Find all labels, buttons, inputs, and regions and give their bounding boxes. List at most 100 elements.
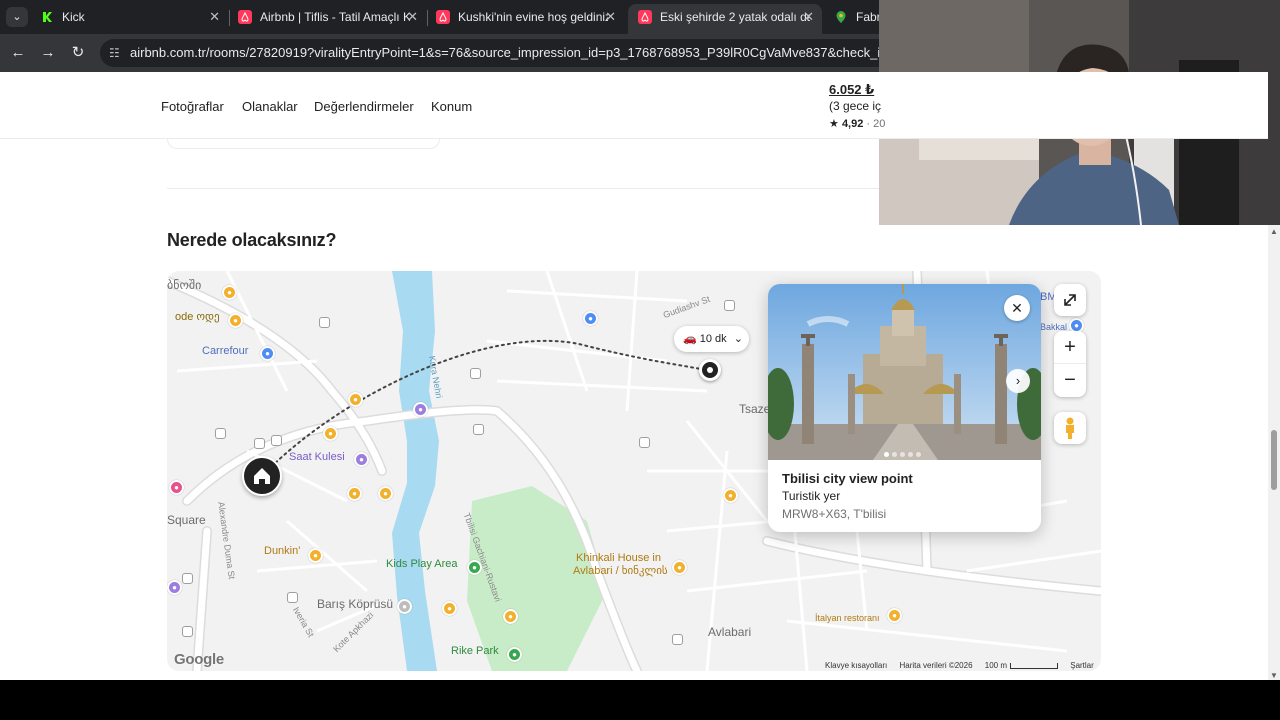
carousel-dot[interactable] bbox=[916, 452, 921, 457]
restaurant-pin-icon[interactable]: ● bbox=[503, 609, 518, 624]
airbnb-icon bbox=[238, 10, 252, 24]
restaurant-pin-icon[interactable]: ● bbox=[308, 548, 323, 563]
zoom-out-button[interactable]: − bbox=[1054, 364, 1086, 397]
scale-text[interactable]: 100 m bbox=[985, 661, 1007, 670]
screen: ⌄ Kick ✕ Airbnb | Tiflis - Tatil Amaçlı … bbox=[0, 0, 1280, 720]
photo-carousel-dots bbox=[884, 444, 924, 457]
bus-stop-icon[interactable] bbox=[287, 592, 298, 603]
keyboard-shortcuts-link[interactable]: Klavye kısayolları bbox=[825, 661, 887, 670]
map-label-italyan[interactable]: İtalyan restoranı bbox=[815, 612, 880, 624]
restaurant-pin-icon[interactable]: ● bbox=[228, 313, 243, 328]
maps-pin-icon bbox=[836, 11, 846, 23]
close-icon[interactable]: ✕ bbox=[407, 4, 418, 30]
bus-stop-icon[interactable] bbox=[473, 424, 484, 435]
zoom-in-button[interactable]: + bbox=[1054, 331, 1086, 364]
back-arrow-icon[interactable]: ← bbox=[8, 43, 28, 63]
bus-stop-icon[interactable] bbox=[470, 368, 481, 379]
destination-pin[interactable] bbox=[699, 359, 721, 381]
museum-pin-icon[interactable]: ● bbox=[169, 480, 184, 495]
close-icon[interactable]: ✕ bbox=[1004, 295, 1030, 321]
bus-stop-icon[interactable] bbox=[182, 626, 193, 637]
transit-pin-icon[interactable]: ● bbox=[397, 599, 412, 614]
rating-summary: ★ 4,92 · 20 bbox=[829, 117, 885, 130]
listing-home-pin[interactable] bbox=[242, 456, 282, 496]
forward-arrow-icon[interactable]: → bbox=[38, 43, 58, 63]
attraction-pin-icon[interactable]: ● bbox=[354, 452, 369, 467]
map-label-saat-kulesi[interactable]: Saat Kulesi bbox=[289, 451, 345, 463]
park-pin-icon[interactable]: ● bbox=[507, 647, 522, 662]
fullscreen-button[interactable] bbox=[1054, 284, 1086, 316]
restaurant-pin-icon[interactable]: ● bbox=[348, 392, 363, 407]
map-label-khinkali-2: Avlabari / ხინკლის bbox=[573, 565, 668, 577]
subnav-reviews-link[interactable]: Değerlendirmeler bbox=[314, 99, 414, 114]
kick-icon bbox=[41, 11, 53, 23]
tab-kick[interactable]: Kick ✕ bbox=[30, 4, 228, 34]
chevron-right-icon[interactable]: › bbox=[1006, 369, 1030, 393]
site-info-icon[interactable]: ☷ bbox=[109, 39, 120, 67]
attraction-pin-icon[interactable]: ● bbox=[413, 402, 428, 417]
terms-link[interactable]: Şartlar bbox=[1070, 661, 1094, 670]
restaurant-pin-icon[interactable]: ● bbox=[378, 486, 393, 501]
carousel-dot[interactable] bbox=[908, 452, 913, 457]
restaurant-pin-icon[interactable]: ● bbox=[222, 285, 237, 300]
reload-icon[interactable]: ↻ bbox=[68, 43, 88, 63]
review-count: · 20 bbox=[866, 118, 886, 130]
subnav-location-link[interactable]: Konum bbox=[431, 99, 472, 114]
close-icon[interactable]: ✕ bbox=[803, 4, 814, 30]
carousel-dot[interactable] bbox=[892, 452, 897, 457]
map-label-khinkali[interactable]: Khinkali House in bbox=[576, 552, 661, 564]
bus-stop-icon[interactable] bbox=[672, 634, 683, 645]
map-label-carrefour[interactable]: Carrefour bbox=[202, 345, 248, 357]
bus-stop-icon[interactable] bbox=[639, 437, 650, 448]
bus-stop-icon[interactable] bbox=[254, 438, 265, 449]
place-photo[interactable] bbox=[768, 284, 1041, 460]
restaurant-pin-icon[interactable]: ● bbox=[442, 601, 457, 616]
street-view-button[interactable] bbox=[1054, 412, 1086, 444]
previous-card-edge bbox=[167, 139, 440, 149]
park-pin-icon[interactable]: ● bbox=[467, 560, 482, 575]
map-label-rike[interactable]: Rike Park bbox=[451, 645, 499, 657]
page-scrollbar[interactable]: ▲ ▼ bbox=[1268, 225, 1280, 680]
address-bar[interactable]: ☷ airbnb.com.tr/rooms/27820919?viralityE… bbox=[100, 39, 920, 67]
carousel-dot[interactable] bbox=[884, 452, 889, 457]
shopping-pin-icon[interactable]: ● bbox=[260, 346, 275, 361]
scroll-up-arrow-icon[interactable]: ▲ bbox=[1270, 227, 1278, 236]
restaurant-pin-icon[interactable]: ● bbox=[887, 608, 902, 623]
tab-fabrik[interactable]: Fabrik bbox=[824, 4, 884, 34]
price-total[interactable]: 6.052 ₺ bbox=[829, 82, 874, 98]
chevron-down-icon: ⌄ bbox=[733, 333, 743, 345]
bus-stop-icon[interactable] bbox=[319, 317, 330, 328]
close-icon[interactable]: ✕ bbox=[605, 4, 616, 30]
star-icon: ★ bbox=[829, 118, 839, 130]
scroll-down-arrow-icon[interactable]: ▼ bbox=[1270, 671, 1278, 680]
bus-stop-icon[interactable] bbox=[271, 435, 282, 446]
tab-airbnb-kushki[interactable]: Kushki'nin evine hoş geldiniz - ✕ bbox=[426, 4, 624, 34]
tab-airbnb-tiflis[interactable]: Airbnb | Tiflis - Tatil Amaçlı Kira ✕ bbox=[228, 4, 426, 34]
restaurant-pin-icon[interactable]: ● bbox=[347, 486, 362, 501]
tab-airbnb-active[interactable]: Eski şehirde 2 yatak odalı daire ✕ bbox=[628, 4, 822, 34]
location-map[interactable]: ბნოში ode ოდე Carrefour Saat Kulesi Squa… bbox=[167, 271, 1101, 671]
bus-stop-icon[interactable] bbox=[215, 428, 226, 439]
subnav-photos-link[interactable]: Fotoğraflar bbox=[161, 99, 224, 114]
carousel-dot[interactable] bbox=[900, 452, 905, 457]
restaurant-pin-icon[interactable]: ● bbox=[723, 488, 738, 503]
subnav-amenities-link[interactable]: Olanaklar bbox=[242, 99, 298, 114]
place-info-card[interactable]: ✕ › Tbilisi city view point Turistik yer… bbox=[768, 284, 1041, 532]
attraction-pin-icon[interactable]: ● bbox=[167, 580, 182, 595]
place-plus-code: MRW8+X63, T'bilisi bbox=[782, 507, 887, 521]
map-label-georgian: ბნოში bbox=[167, 278, 202, 292]
map-label-dunkin[interactable]: Dunkin' bbox=[264, 545, 300, 557]
shopping-pin-icon[interactable]: ● bbox=[583, 311, 598, 326]
bus-stop-icon[interactable] bbox=[724, 300, 735, 311]
restaurant-pin-icon[interactable]: ● bbox=[323, 426, 338, 441]
tab-search-button[interactable]: ⌄ bbox=[6, 7, 28, 27]
scrollbar-thumb[interactable] bbox=[1271, 430, 1277, 490]
home-icon bbox=[254, 468, 270, 484]
bus-stop-icon[interactable] bbox=[182, 573, 193, 584]
map-label-baris[interactable]: Barış Köprüsü bbox=[317, 598, 393, 610]
tab-title: Eski şehirde 2 yatak odalı daire bbox=[660, 10, 810, 24]
travel-time-chip[interactable]: 🚗 10 dk ⌄ bbox=[674, 326, 749, 352]
close-icon[interactable]: ✕ bbox=[209, 4, 220, 30]
restaurant-pin-icon[interactable]: ● bbox=[672, 560, 687, 575]
map-label-kids-play[interactable]: Kids Play Area bbox=[386, 558, 458, 570]
